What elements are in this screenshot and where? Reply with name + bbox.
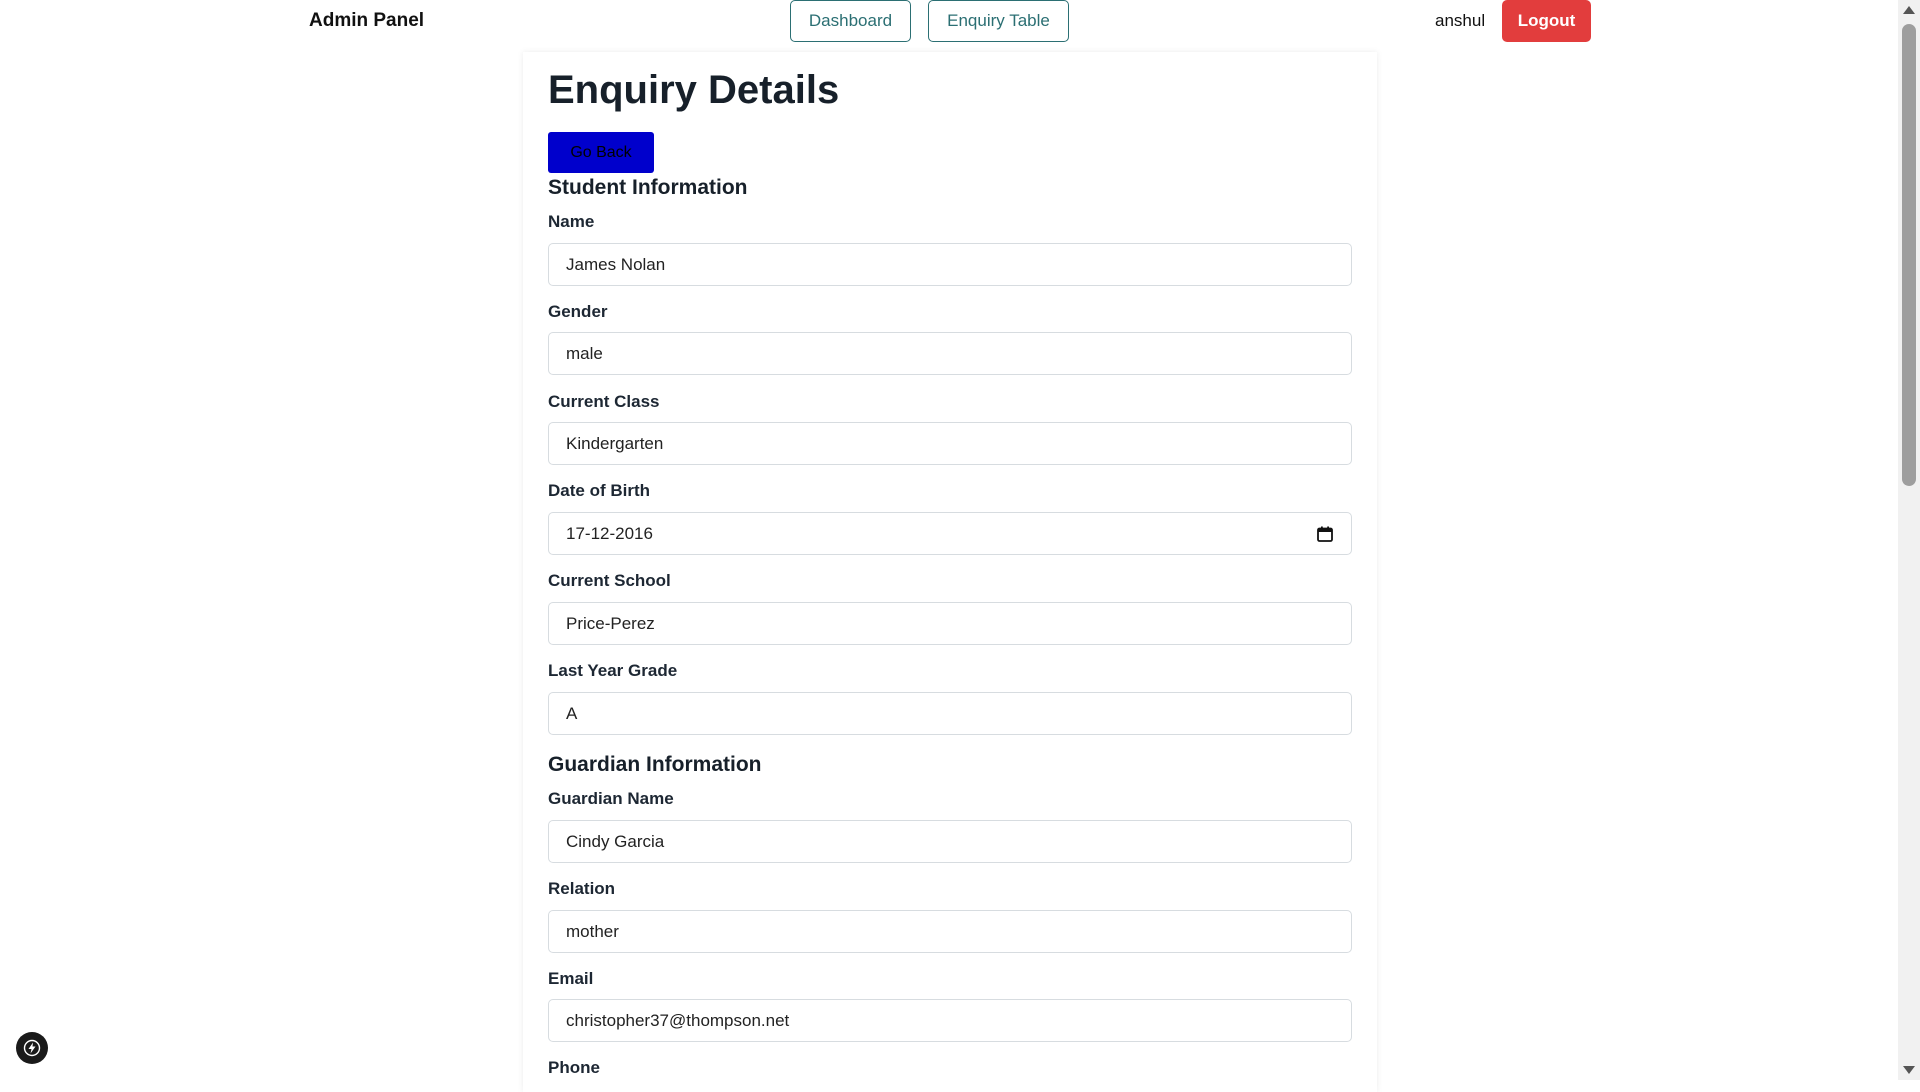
dob-field[interactable]: 17-12-2016 — [548, 512, 1352, 555]
student-section-title: Student Information — [548, 176, 748, 199]
gender-field[interactable]: male — [548, 332, 1352, 375]
guardian-section-title: Guardian Information — [548, 753, 762, 776]
email-label: Email — [548, 969, 594, 988]
lightning-button[interactable] — [16, 1032, 48, 1064]
gender-value: male — [566, 343, 603, 363]
relation-field[interactable]: mother — [548, 910, 1352, 953]
name-field[interactable]: James Nolan — [548, 243, 1352, 286]
email-value: christopher37@thompson.net — [566, 1010, 790, 1030]
logout-button[interactable]: Logout — [1502, 0, 1591, 42]
dob-value: 17-12-2016 — [566, 523, 653, 543]
name-value: James Nolan — [566, 254, 666, 274]
name-label: Name — [548, 212, 595, 231]
top-navbar: Admin Panel Dashboard Enquiry Table ansh… — [0, 0, 1898, 44]
scroll-down-arrow-icon[interactable] — [1903, 1066, 1915, 1074]
relation-value: mother — [566, 921, 619, 941]
current-class-label: Current Class — [548, 392, 660, 411]
guardian-name-value: Cindy Garcia — [566, 831, 665, 851]
lightning-icon — [23, 1039, 41, 1057]
page-scrollbar[interactable] — [1898, 0, 1920, 1080]
current-school-value: Price-Perez — [566, 613, 655, 633]
phone-label: Phone — [548, 1058, 600, 1077]
relation-label: Relation — [548, 879, 616, 898]
guardian-name-field[interactable]: Cindy Garcia — [548, 820, 1352, 863]
email-field[interactable]: christopher37@thompson.net — [548, 999, 1352, 1042]
username-label: anshul — [1435, 11, 1486, 30]
enquiry-table-button[interactable]: Enquiry Table — [928, 0, 1069, 42]
calendar-icon[interactable] — [1316, 525, 1334, 543]
last-year-grade-label: Last Year Grade — [548, 661, 678, 680]
scroll-up-arrow-icon[interactable] — [1903, 6, 1915, 14]
brand-title: Admin Panel — [309, 10, 425, 31]
current-school-field[interactable]: Price-Perez — [548, 602, 1352, 645]
last-year-grade-value: A — [566, 703, 578, 723]
current-class-value: Kindergarten — [566, 433, 664, 453]
gender-label: Gender — [548, 302, 608, 321]
dashboard-button[interactable]: Dashboard — [790, 0, 911, 42]
current-school-label: Current School — [548, 571, 671, 590]
current-class-field[interactable]: Kindergarten — [548, 422, 1352, 465]
guardian-name-label: Guardian Name — [548, 789, 674, 808]
scrollbar-thumb[interactable] — [1902, 24, 1916, 486]
dob-label: Date of Birth — [548, 481, 650, 500]
page-title: Enquiry Details — [548, 68, 840, 112]
go-back-button[interactable]: Go Back — [548, 132, 654, 173]
last-year-grade-field[interactable]: A — [548, 692, 1352, 735]
